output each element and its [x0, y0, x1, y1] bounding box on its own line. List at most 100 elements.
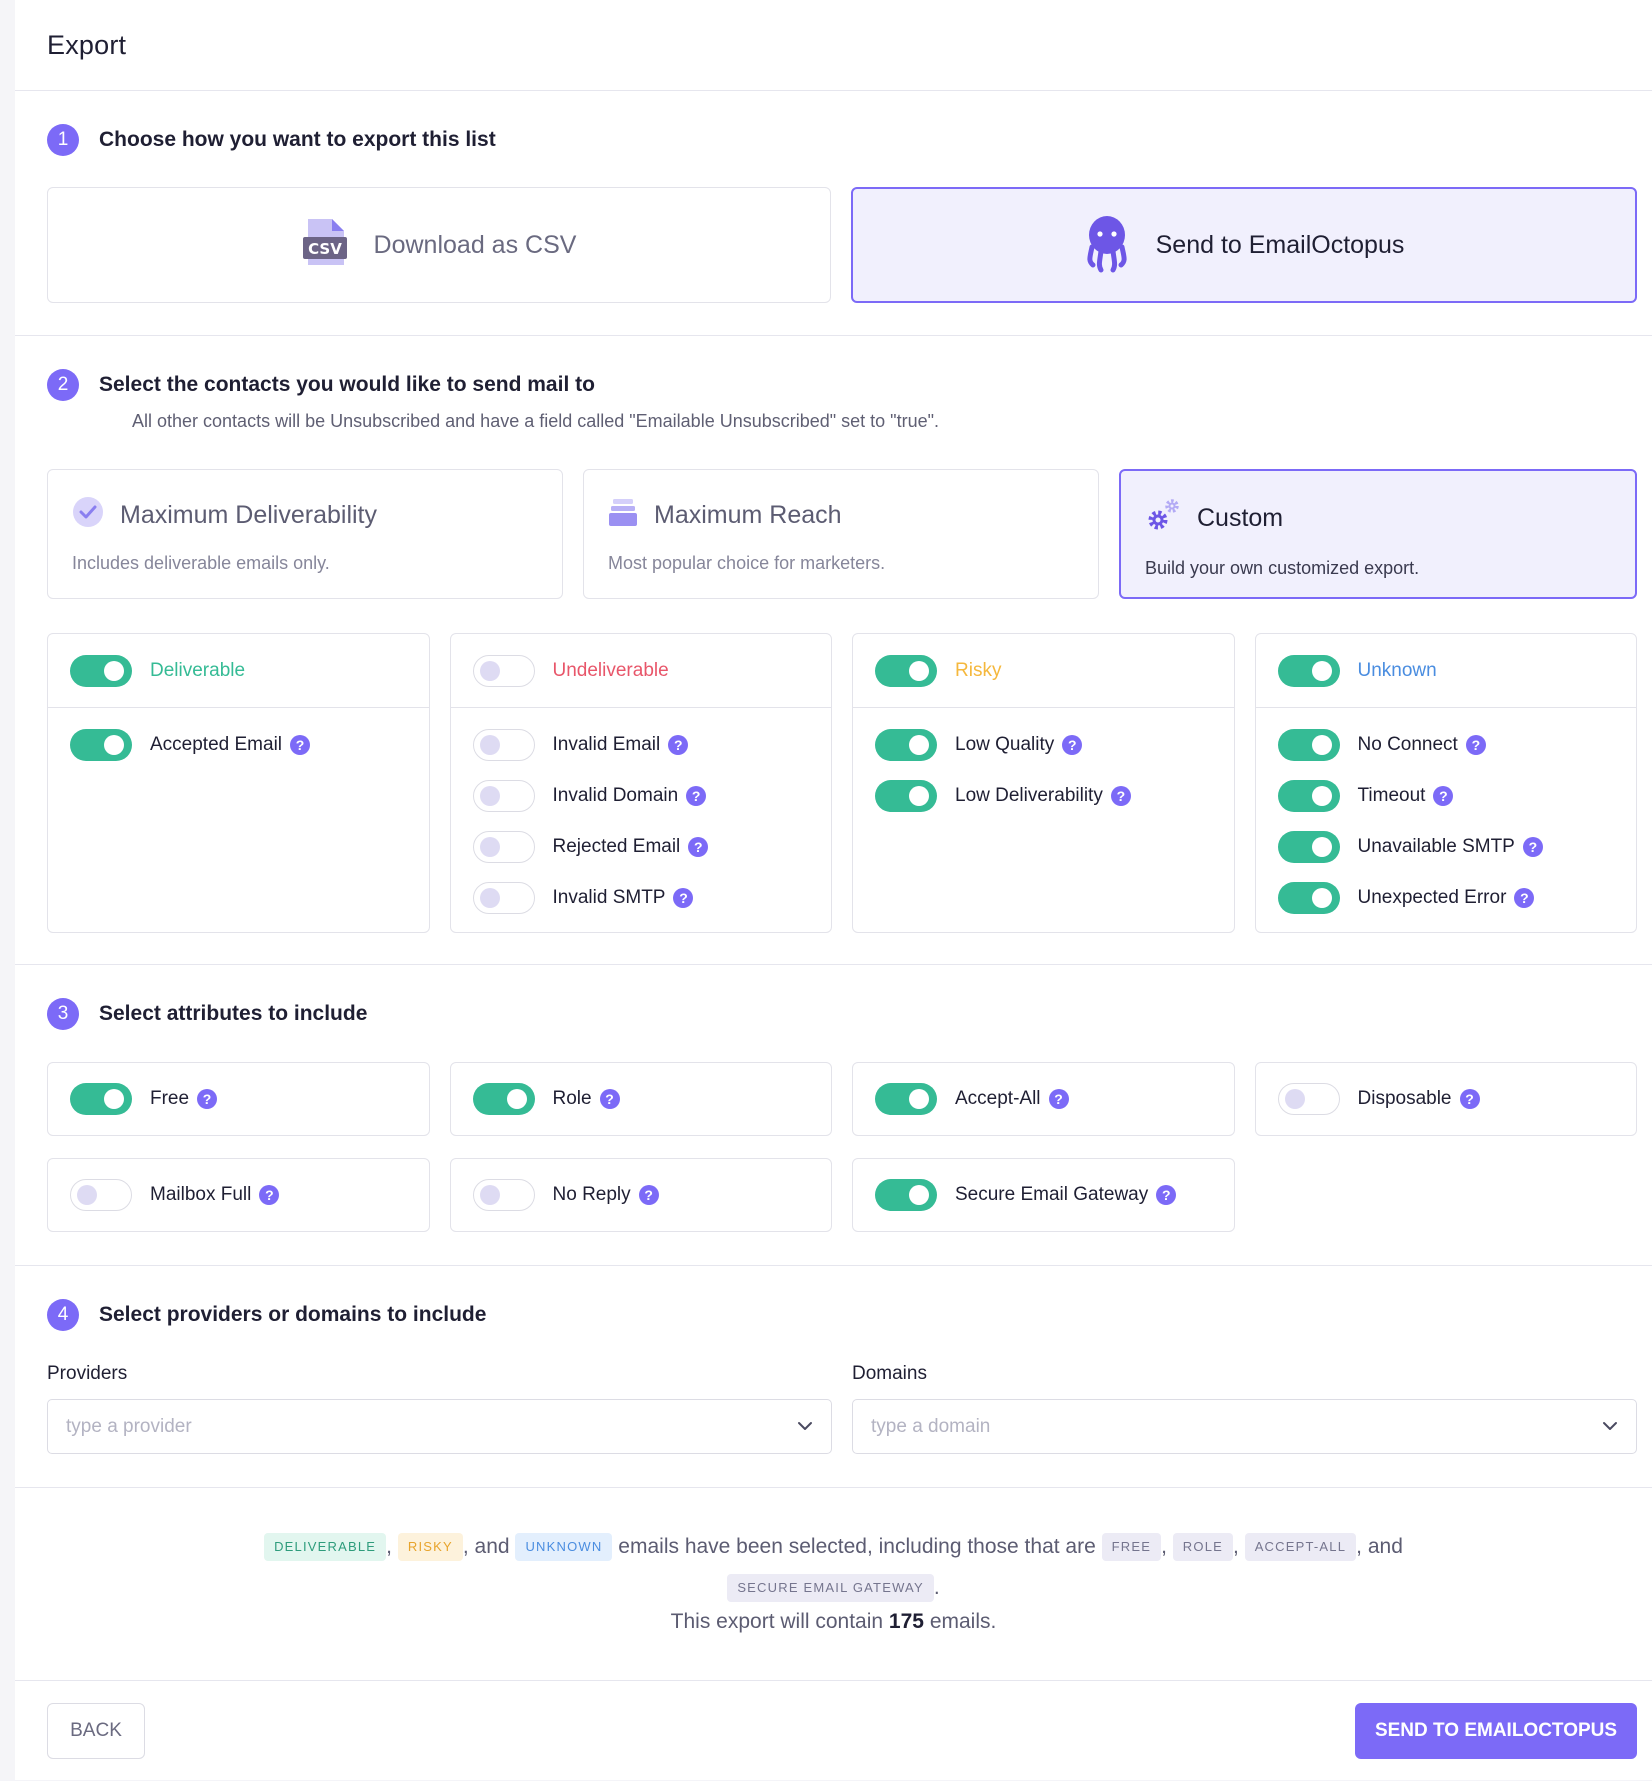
send-to-emailoctopus-option[interactable]: Send to EmailOctopus: [851, 187, 1637, 303]
step-2-section: 2 Select the contacts you would like to …: [15, 336, 1652, 965]
secure-email-gateway-toggle[interactable]: [875, 1179, 937, 1211]
step-title: Choose how you want to export this list: [99, 128, 496, 151]
unexpected-error-toggle[interactable]: [1277, 882, 1340, 914]
step-subtitle: All other contacts will be Unsubscribed …: [132, 411, 939, 431]
rejected-email-toggle[interactable]: [472, 831, 535, 863]
chevron-down-icon[interactable]: [797, 1418, 813, 1436]
help-icon[interactable]: ?: [638, 1185, 659, 1205]
back-button[interactable]: BACK: [47, 1703, 145, 1759]
item-label: Rejected Email: [552, 836, 681, 857]
list-item: No Connect ?: [1256, 728, 1637, 762]
export-panel: Export 1 Choose how you want to export t…: [15, 0, 1652, 1780]
separator-text: , and: [1356, 1535, 1403, 1558]
csv-badge-text: CSV: [308, 240, 342, 258]
help-icon[interactable]: ?: [686, 786, 707, 806]
attribute-label: Accept-All: [955, 1088, 1041, 1109]
help-icon[interactable]: ?: [688, 837, 709, 857]
free-toggle[interactable]: [70, 1083, 132, 1115]
accept-all-toggle[interactable]: [875, 1083, 937, 1115]
disposable-toggle[interactable]: [1277, 1083, 1340, 1115]
help-icon[interactable]: ?: [1522, 837, 1543, 857]
invalid-email-toggle[interactable]: [472, 729, 535, 761]
send-to-emailoctopus-label: Send to EmailOctopus: [1155, 230, 1405, 259]
timeout-toggle[interactable]: [1277, 780, 1340, 812]
help-icon[interactable]: ?: [1156, 1185, 1177, 1205]
domains-select[interactable]: [852, 1399, 1637, 1454]
send-to-emailoctopus-button[interactable]: SEND TO EMAILOCTOPUS: [1355, 1703, 1637, 1759]
download-csv-option[interactable]: CSV Download as CSV: [47, 187, 831, 303]
help-icon[interactable]: ?: [1110, 786, 1131, 806]
group-name: Deliverable: [150, 659, 246, 681]
providers-input[interactable]: [66, 1415, 664, 1438]
preset-custom[interactable]: Custom Build your own customized export.: [1119, 469, 1637, 599]
help-icon[interactable]: ?: [673, 888, 694, 908]
preset-title: Custom: [1197, 504, 1284, 532]
preset-maximum-deliverability[interactable]: Maximum Deliverability Includes delivera…: [47, 469, 563, 599]
help-icon[interactable]: ?: [1514, 888, 1535, 908]
invalid-smtp-toggle[interactable]: [472, 882, 535, 914]
step-title: Select attributes to include: [99, 1002, 368, 1025]
domains-input[interactable]: [871, 1415, 1469, 1438]
step-number-badge: 1: [47, 124, 79, 156]
help-icon[interactable]: ?: [668, 735, 689, 755]
chevron-down-icon[interactable]: [1602, 1418, 1618, 1436]
status-badge: UNKNOWN: [515, 1533, 613, 1562]
group-name: Risky: [955, 659, 1002, 681]
page-title: Export: [47, 29, 127, 60]
risky-toggle[interactable]: [875, 654, 937, 687]
invalid-domain-toggle[interactable]: [472, 780, 535, 812]
unknown-toggle[interactable]: [1277, 654, 1340, 687]
low-deliverability-toggle[interactable]: [875, 780, 937, 812]
count-prefix: This export will contain: [670, 1610, 884, 1633]
inbox-stack-icon: [608, 496, 638, 535]
item-label: Low Quality: [955, 734, 1055, 755]
group-undeliverable: Undeliverable Invalid Email ? Invalid Do…: [449, 633, 832, 933]
help-icon[interactable]: ?: [197, 1089, 218, 1109]
list-item: Unexpected Error ?: [1256, 881, 1637, 915]
deliverable-toggle[interactable]: [70, 654, 132, 687]
count-suffix: emails.: [929, 1610, 997, 1633]
help-icon[interactable]: ?: [1062, 735, 1083, 755]
accepted-email-toggle[interactable]: [70, 729, 132, 761]
preset-title-row: Maximum Reach: [608, 496, 1074, 535]
help-icon[interactable]: ?: [1465, 735, 1486, 755]
no-connect-toggle[interactable]: [1277, 729, 1340, 761]
list-item: Low Deliverability ?: [853, 779, 1234, 813]
attribute-role: Role ?: [449, 1062, 832, 1136]
help-icon[interactable]: ?: [290, 735, 311, 755]
attribute-mailbox-full: Mailbox Full ?: [47, 1158, 430, 1232]
low-quality-toggle[interactable]: [875, 729, 937, 761]
no-reply-toggle[interactable]: [472, 1179, 535, 1211]
providers-select[interactable]: [47, 1399, 832, 1454]
item-label: Invalid SMTP: [552, 887, 666, 908]
preset-maximum-reach[interactable]: Maximum Reach Most popular choice for ma…: [583, 469, 1099, 599]
provider-domain-fields: Providers Domains: [47, 1363, 1637, 1454]
summary-text: emails have been selected, including tho…: [618, 1535, 1096, 1558]
unavailable-smtp-toggle[interactable]: [1277, 831, 1340, 863]
undeliverable-toggle[interactable]: [472, 654, 535, 687]
export-count: This export will contain 175 emails.: [15, 1610, 1652, 1634]
role-toggle[interactable]: [472, 1083, 535, 1115]
attribute-label: Secure Email Gateway: [955, 1184, 1149, 1205]
group-header: Unknown: [1255, 634, 1636, 708]
email-count: 175: [888, 1610, 924, 1633]
item-label: Unavailable SMTP: [1357, 836, 1515, 857]
help-icon[interactable]: ?: [259, 1185, 280, 1205]
summary-line: SECURE EMAIL GATEWAY.: [15, 1567, 1652, 1608]
csv-file-icon: CSV: [302, 217, 348, 274]
separator-text: .: [933, 1576, 940, 1599]
octopus-icon: [1084, 213, 1130, 278]
mailbox-full-toggle[interactable]: [70, 1179, 132, 1211]
attribute-label: Disposable: [1357, 1088, 1452, 1109]
attribute-secure-email-gateway: Secure Email Gateway ?: [852, 1158, 1235, 1232]
step-3-heading: 3 Select attributes to include: [47, 998, 1637, 1030]
help-icon[interactable]: ?: [599, 1089, 620, 1109]
attribute-disposable: Disposable ?: [1254, 1062, 1637, 1136]
group-header: Deliverable: [48, 634, 429, 708]
help-icon[interactable]: ?: [1433, 786, 1454, 806]
preset-title-row: Custom: [1145, 497, 1611, 540]
help-icon[interactable]: ?: [1459, 1089, 1480, 1109]
attribute-free: Free ?: [47, 1062, 430, 1136]
help-icon[interactable]: ?: [1048, 1089, 1069, 1109]
step-title: Select the contacts you would like to se…: [99, 373, 595, 396]
